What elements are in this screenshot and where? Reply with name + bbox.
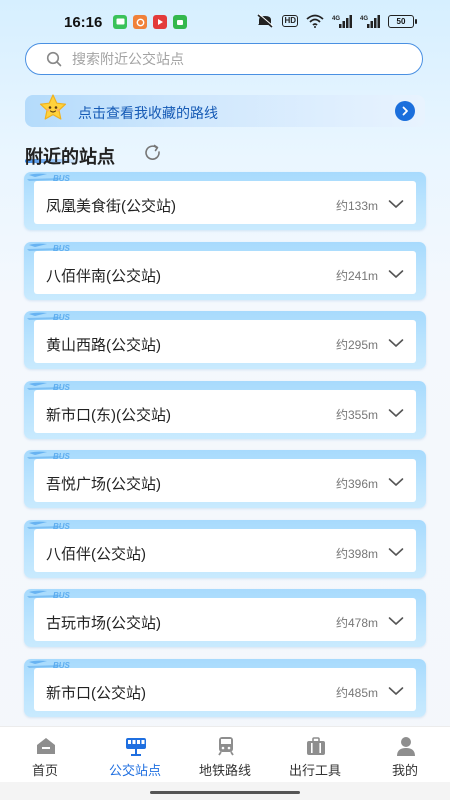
chevron-down-icon[interactable] (388, 616, 404, 626)
stop-name: 凤凰美食街(公交站) (46, 198, 176, 215)
home-icon (37, 738, 55, 754)
battery-icon: 50 (388, 13, 417, 29)
section-title: 附近的站点 (25, 147, 115, 167)
search-input[interactable] (72, 44, 402, 73)
stop-card-body: 凤凰美食街(公交站) 约133m (34, 181, 416, 224)
tab-bus-stops[interactable]: 公交站点 (90, 727, 180, 783)
toolbox-icon (307, 737, 325, 755)
stop-distance: 约355m (335, 408, 378, 422)
stop-distance: 约241m (335, 269, 378, 283)
tab-profile[interactable]: 我的 (360, 727, 450, 783)
chevron-down-icon[interactable] (388, 547, 404, 557)
store-notification-icon (173, 15, 187, 29)
stop-distance: 约295m (335, 338, 378, 352)
stop-card-body: 吾悦广场(公交站) 约396m (34, 459, 416, 502)
favorite-routes-label: 点击查看我收藏的路线 (78, 105, 218, 121)
wifi-icon (306, 13, 324, 29)
stop-card-body: 新市口(公交站) 约485m (34, 668, 416, 711)
stop-name: 古玩市场(公交站) (46, 615, 161, 632)
stop-distance: 约133m (335, 199, 378, 213)
stop-card[interactable]: BUS 黄山西路(公交站) 约295m (24, 311, 426, 369)
hd-icon: HD (282, 13, 298, 29)
stop-name: 新市口(公交站) (46, 685, 146, 702)
stop-card[interactable]: BUS 新市口(东)(公交站) 约355m (24, 381, 426, 439)
status-time: 16:16 (64, 14, 103, 31)
cellular-signal-icon-2: 4G (360, 13, 380, 29)
search-bar[interactable] (25, 43, 423, 75)
tab-label: 出行工具 (288, 763, 341, 778)
signal-label-2: 4G (360, 16, 368, 22)
stop-card[interactable]: BUS 八佰伴(公交站) 约398m (24, 520, 426, 578)
stop-card-body: 八佰伴(公交站) 约398m (34, 529, 416, 572)
stop-card-body: 新市口(东)(公交站) 约355m (34, 390, 416, 433)
stop-distance: 约396m (335, 477, 378, 491)
arrow-right-icon[interactable] (395, 101, 415, 121)
stop-card-body: 黄山西路(公交站) 约295m (34, 320, 416, 363)
subway-icon (218, 737, 234, 756)
tab-label: 我的 (391, 763, 418, 778)
tab-label: 公交站点 (108, 763, 161, 778)
stop-card-body: 八佰伴南(公交站) 约241m (34, 251, 416, 294)
stop-card[interactable]: BUS 吾悦广场(公交站) 约396m (24, 450, 426, 508)
stop-card[interactable]: BUS 新市口(公交站) 约485m (24, 659, 426, 717)
chevron-down-icon[interactable] (388, 408, 404, 418)
favorite-routes-banner[interactable]: 点击查看我收藏的路线 (25, 92, 425, 129)
refresh-icon[interactable] (143, 144, 163, 167)
home-indicator[interactable] (150, 791, 300, 794)
stop-name: 新市口(东)(公交站) (46, 407, 171, 424)
message-notification-icon (113, 15, 127, 29)
stop-name: 八佰伴南(公交站) (46, 268, 161, 285)
tab-travel-tools[interactable]: 出行工具 (270, 727, 360, 783)
stop-distance: 约478m (335, 616, 378, 630)
video-notification-icon (153, 15, 167, 29)
hd-label: HD (282, 15, 298, 27)
cellular-signal-icon-1: 4G (332, 13, 352, 29)
stop-card[interactable]: BUS 凤凰美食街(公交站) 约133m (24, 172, 426, 230)
notification-icons (113, 15, 187, 29)
chevron-down-icon[interactable] (388, 686, 404, 696)
stop-distance: 约485m (335, 686, 378, 700)
chevron-down-icon[interactable] (388, 199, 404, 209)
stop-distance: 约398m (335, 547, 378, 561)
tab-label: 首页 (31, 763, 58, 778)
battery-level: 50 (388, 14, 417, 28)
stop-name: 八佰伴(公交站) (46, 546, 146, 563)
chevron-down-icon[interactable] (388, 338, 404, 348)
tab-subway-routes[interactable]: 地铁路线 (180, 727, 270, 783)
app-notification-icon (133, 15, 147, 29)
search-icon (46, 51, 62, 72)
stop-card[interactable]: BUS 古玩市场(公交站) 约478m (24, 589, 426, 647)
mute-icon (256, 13, 274, 29)
chevron-down-icon[interactable] (388, 269, 404, 279)
status-bar: 16:16 HD 4G 4G 50 (0, 0, 450, 44)
bus-icon (126, 738, 146, 756)
bottom-tab-bar: 首页 公交站点 地铁路线 出行工具 我的 (0, 726, 450, 783)
stop-name: 吾悦广场(公交站) (46, 476, 161, 493)
tab-label: 地铁路线 (198, 763, 251, 778)
star-icon (37, 92, 69, 129)
signal-label-1: 4G (332, 16, 340, 22)
stop-name: 黄山西路(公交站) (46, 337, 161, 354)
profile-icon (397, 737, 415, 756)
stop-card[interactable]: BUS 八佰伴南(公交站) 约241m (24, 242, 426, 300)
chevron-down-icon[interactable] (388, 477, 404, 487)
tab-home[interactable]: 首页 (0, 727, 90, 783)
status-right-icons: HD 4G 4G 50 (256, 13, 417, 29)
stop-card-body: 古玩市场(公交站) 约478m (34, 598, 416, 641)
